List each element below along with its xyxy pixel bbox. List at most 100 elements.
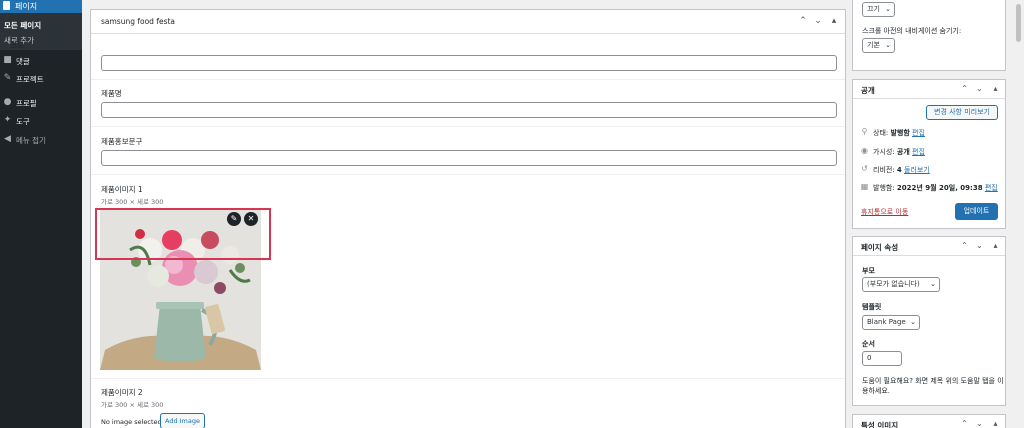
field-label-code: 코드 (10, 41, 24, 50)
publish-header: 공개 ⌃ ⌄ ▴ (853, 80, 1005, 99)
chevron-down-icon: ⌄ (885, 41, 891, 49)
toggle-panel-icon[interactable]: ▴ (828, 15, 840, 27)
published-row: 발행함: 2022년 9월 20일, 09:38 편집 (873, 183, 998, 193)
edit-visibility-link[interactable]: 편집 (912, 148, 925, 156)
order-label: 순서 (862, 340, 875, 348)
move-down-icon[interactable]: ⌄ (974, 83, 985, 94)
field-label-image1: 제품이미지 1 (101, 185, 143, 194)
pages-icon (3, 1, 10, 10)
metabox-header: samsung food festa ⌃ ⌄ ▴ (91, 10, 845, 34)
select-value: (부모가 없습니다) (867, 280, 920, 288)
publish-title: 공개 (861, 86, 875, 95)
image2-size-hint: 가로 300 × 세로 300 (101, 401, 164, 409)
revisions-value: 4 (896, 166, 902, 174)
featured-image-box: 특성 이미지 ⌃ ⌄ ▴ (852, 414, 1006, 428)
sidebar-item-label: 프로필 (16, 99, 37, 108)
no-image-text: No image selected (101, 418, 162, 426)
parent-select[interactable]: (부모가 없습니다) ⌄ (862, 277, 940, 292)
metabox-title: samsung food festa (101, 17, 176, 26)
visibility-value: 공개 (896, 148, 910, 156)
submenu-all-pages[interactable]: 모든 페이지 (4, 20, 41, 31)
eye-icon: ◉ (861, 146, 868, 155)
divider (91, 174, 845, 175)
move-down-icon[interactable]: ⌄ (974, 240, 985, 251)
edit-status-link[interactable]: 편집 (912, 129, 925, 137)
move-down-icon[interactable]: ⌄ (974, 418, 985, 428)
move-down-icon[interactable]: ⌄ (812, 15, 824, 27)
add-image-button[interactable]: Add Image (160, 413, 205, 428)
move-to-trash-link[interactable]: 휴지통으로 이동 (861, 207, 908, 217)
published-label: 발행함: (873, 184, 895, 192)
preview-changes-button[interactable]: 변경 사항 미리보기 (926, 105, 998, 120)
admin-sidebar: 페이지 모든 페이지 새로 추가 ■ 댓글 ✎ 프로젝트 ● 프로필 ✦ 도구 … (0, 0, 82, 428)
promo-text-input[interactable] (101, 150, 837, 166)
setting-select-2[interactable]: 기본 ⌄ (862, 38, 895, 53)
pin-icon: ⚲ (861, 127, 868, 136)
sidebar-item-comments[interactable]: ■ 댓글 (0, 54, 82, 68)
pin-icon: ✎ (3, 73, 12, 83)
user-icon: ● (3, 97, 12, 107)
sidebar-collapse-menu[interactable]: ◀ 메뉴 접기 (0, 133, 82, 147)
page-scrollbar[interactable] (1012, 0, 1024, 428)
revisions-label: 리비전: (873, 166, 895, 174)
field-label-product-name: 제품명 (101, 89, 122, 98)
move-up-icon[interactable]: ⌃ (959, 240, 970, 251)
history-icon: ↺ (861, 164, 868, 173)
sidebar-item-profile[interactable]: ● 프로필 (0, 96, 82, 110)
status-value: 발행함 (890, 129, 910, 137)
page-attributes-header: 페이지 속성 ⌃ ⌄ ▴ (853, 237, 1005, 256)
browse-revisions-link[interactable]: 둘러보기 (904, 166, 930, 174)
divider (91, 378, 845, 379)
chevron-down-icon: ⌄ (930, 280, 936, 288)
edit-date-link[interactable]: 편집 (985, 184, 998, 192)
divider (91, 79, 845, 80)
featured-image-header: 특성 이미지 ⌃ ⌄ ▴ (853, 415, 1005, 428)
field-label-image2: 제품이미지 2 (101, 388, 143, 397)
calendar-icon: ▦ (860, 182, 869, 191)
chevron-down-icon: ⌄ (910, 318, 916, 326)
toggle-panel-icon[interactable]: ▴ (990, 240, 1001, 251)
published-value: 2022년 9월 20일, 09:38 (896, 184, 983, 192)
select-value: 기본 (867, 41, 880, 49)
product-name-input[interactable] (101, 102, 837, 118)
move-up-icon[interactable]: ⌃ (797, 15, 809, 27)
toggle-panel-icon[interactable]: ▴ (990, 418, 1001, 428)
toggle-panel-icon[interactable]: ▴ (990, 83, 1001, 94)
comment-icon: ■ (3, 55, 12, 65)
field-label-promo-text: 제품홍보문구 (101, 137, 143, 146)
visibility-row: 가시성: 공개 편집 (873, 147, 925, 157)
revisions-row: 리비전: 4 둘러보기 (873, 165, 930, 175)
move-up-icon[interactable]: ⌃ (959, 418, 970, 428)
collapse-icon: ◀ (4, 134, 11, 144)
select-value: Blank Page (867, 318, 906, 326)
help-text: 도움이 필요해요? 화면 제목 위의 도움말 탭을 이용하세요. (862, 377, 1004, 395)
setting-select-1[interactable]: 끄기 ⌄ (862, 2, 895, 17)
status-label: 상태: (873, 129, 889, 137)
sidebar-item-tools[interactable]: ✦ 도구 (0, 114, 82, 128)
move-up-icon[interactable]: ⌃ (959, 83, 970, 94)
sidebar-item-label: 페이지 (15, 2, 38, 11)
divider (91, 126, 845, 127)
update-button[interactable]: 업데이트 (955, 203, 998, 220)
chevron-down-icon: ⌄ (885, 5, 891, 13)
wrench-icon: ✦ (3, 115, 12, 125)
highlight-annotation-box (95, 208, 271, 260)
sidebar-item-pages[interactable]: 페이지 (0, 0, 82, 13)
template-select[interactable]: Blank Page ⌄ (862, 315, 920, 330)
page-attributes-title: 페이지 속성 (861, 243, 899, 252)
sidebar-item-label: 댓글 (16, 57, 30, 66)
scroll-nav-label: 스크롤 아전의 내비게이션 숨기기: (862, 27, 962, 35)
scrollbar-thumb[interactable] (1016, 4, 1021, 42)
parent-label: 부모 (862, 267, 875, 275)
visibility-label: 가시성: (873, 148, 895, 156)
status-row: 상태: 발행함 편집 (873, 128, 925, 138)
sidebar-item-label: 도구 (16, 117, 30, 126)
sidebar-item-projects[interactable]: ✎ 프로젝트 (0, 72, 82, 86)
code-input[interactable] (101, 55, 837, 71)
image1-size-hint: 가로 300 × 세로 300 (101, 198, 164, 206)
order-input[interactable]: 0 (862, 351, 902, 366)
featured-image-title: 특성 이미지 (861, 421, 899, 428)
template-label: 템플릿 (862, 303, 882, 311)
select-value: 끄기 (867, 5, 880, 13)
sidebar-item-label: 프로젝트 (16, 75, 44, 84)
